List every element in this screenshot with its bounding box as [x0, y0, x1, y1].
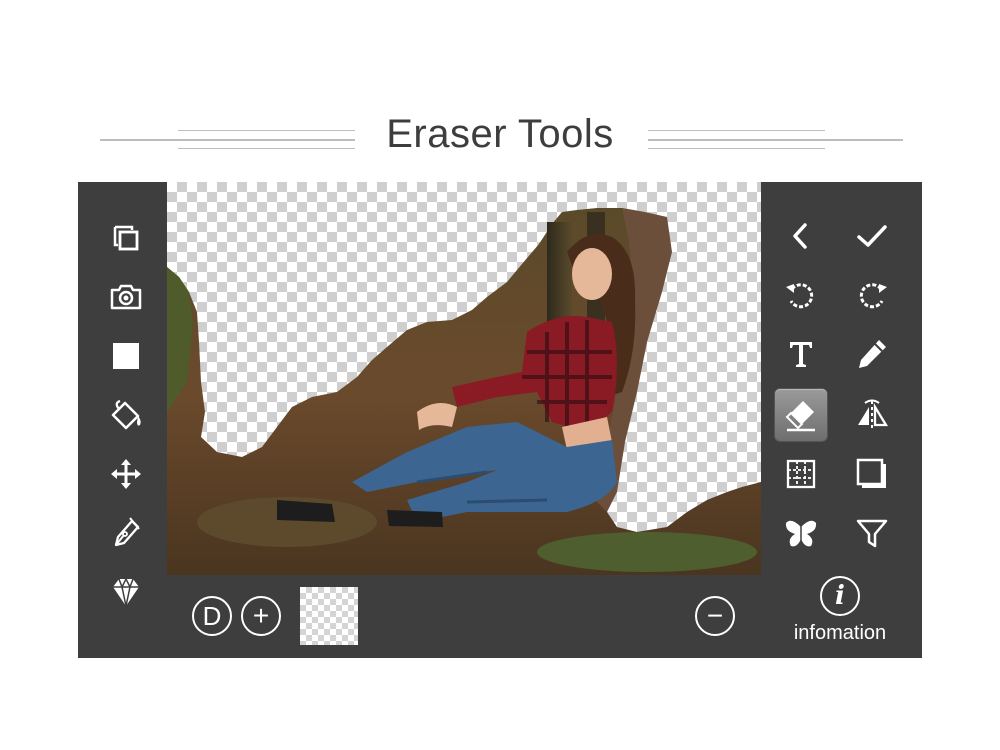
undo-button[interactable]: [775, 269, 827, 321]
flip-icon: [858, 399, 889, 431]
eraser-icon: [785, 401, 815, 432]
filter-funnel-icon: [856, 519, 888, 548]
pencil-button[interactable]: [846, 328, 898, 380]
copy-layers-button[interactable]: [100, 212, 152, 264]
info-button[interactable]: i: [820, 576, 860, 616]
paint-bucket-button[interactable]: [100, 389, 152, 441]
frame-icon: [856, 458, 886, 488]
copy-layers-icon: [113, 225, 139, 251]
butterfly-icon: [785, 520, 817, 547]
move-button[interactable]: [100, 448, 152, 500]
diamond-icon: [113, 577, 139, 607]
camera-icon: [110, 284, 142, 310]
photo-image: [167, 208, 761, 575]
grid-button[interactable]: [775, 448, 827, 500]
background-swatch[interactable]: [300, 587, 358, 645]
pencil-icon: [859, 340, 886, 368]
butterfly-button[interactable]: [775, 507, 827, 559]
frame-button[interactable]: [846, 448, 898, 500]
text-tool-button[interactable]: [775, 328, 827, 380]
pen-nib-button[interactable]: [100, 507, 152, 559]
d-button[interactable]: D: [192, 596, 232, 636]
zoom-out-button[interactable]: −: [695, 596, 735, 636]
info-label: infomation: [793, 622, 887, 644]
undo-icon: [786, 283, 814, 309]
white-square-icon: [113, 343, 139, 369]
page-title: Eraser Tools: [386, 112, 614, 156]
grid-icon: [786, 459, 816, 489]
camera-button[interactable]: [100, 271, 152, 323]
confirm-button[interactable]: [846, 210, 898, 262]
filter-button[interactable]: [846, 507, 898, 559]
diamond-button[interactable]: [100, 566, 152, 618]
back-button[interactable]: [775, 210, 827, 262]
back-chevron-icon: [793, 223, 807, 249]
checkmark-icon: [857, 225, 887, 247]
zoom-in-button[interactable]: +: [241, 596, 281, 636]
redo-icon: [859, 283, 887, 309]
pen-nib-icon: [114, 517, 140, 547]
flip-button[interactable]: [846, 389, 898, 441]
white-square-button[interactable]: [100, 330, 152, 382]
redo-button[interactable]: [846, 269, 898, 321]
paint-bucket-icon: [111, 399, 141, 430]
editing-canvas[interactable]: [167, 182, 761, 575]
move-arrows-icon: [111, 459, 141, 489]
eraser-button[interactable]: [775, 389, 827, 441]
text-tool-icon: [790, 342, 812, 367]
